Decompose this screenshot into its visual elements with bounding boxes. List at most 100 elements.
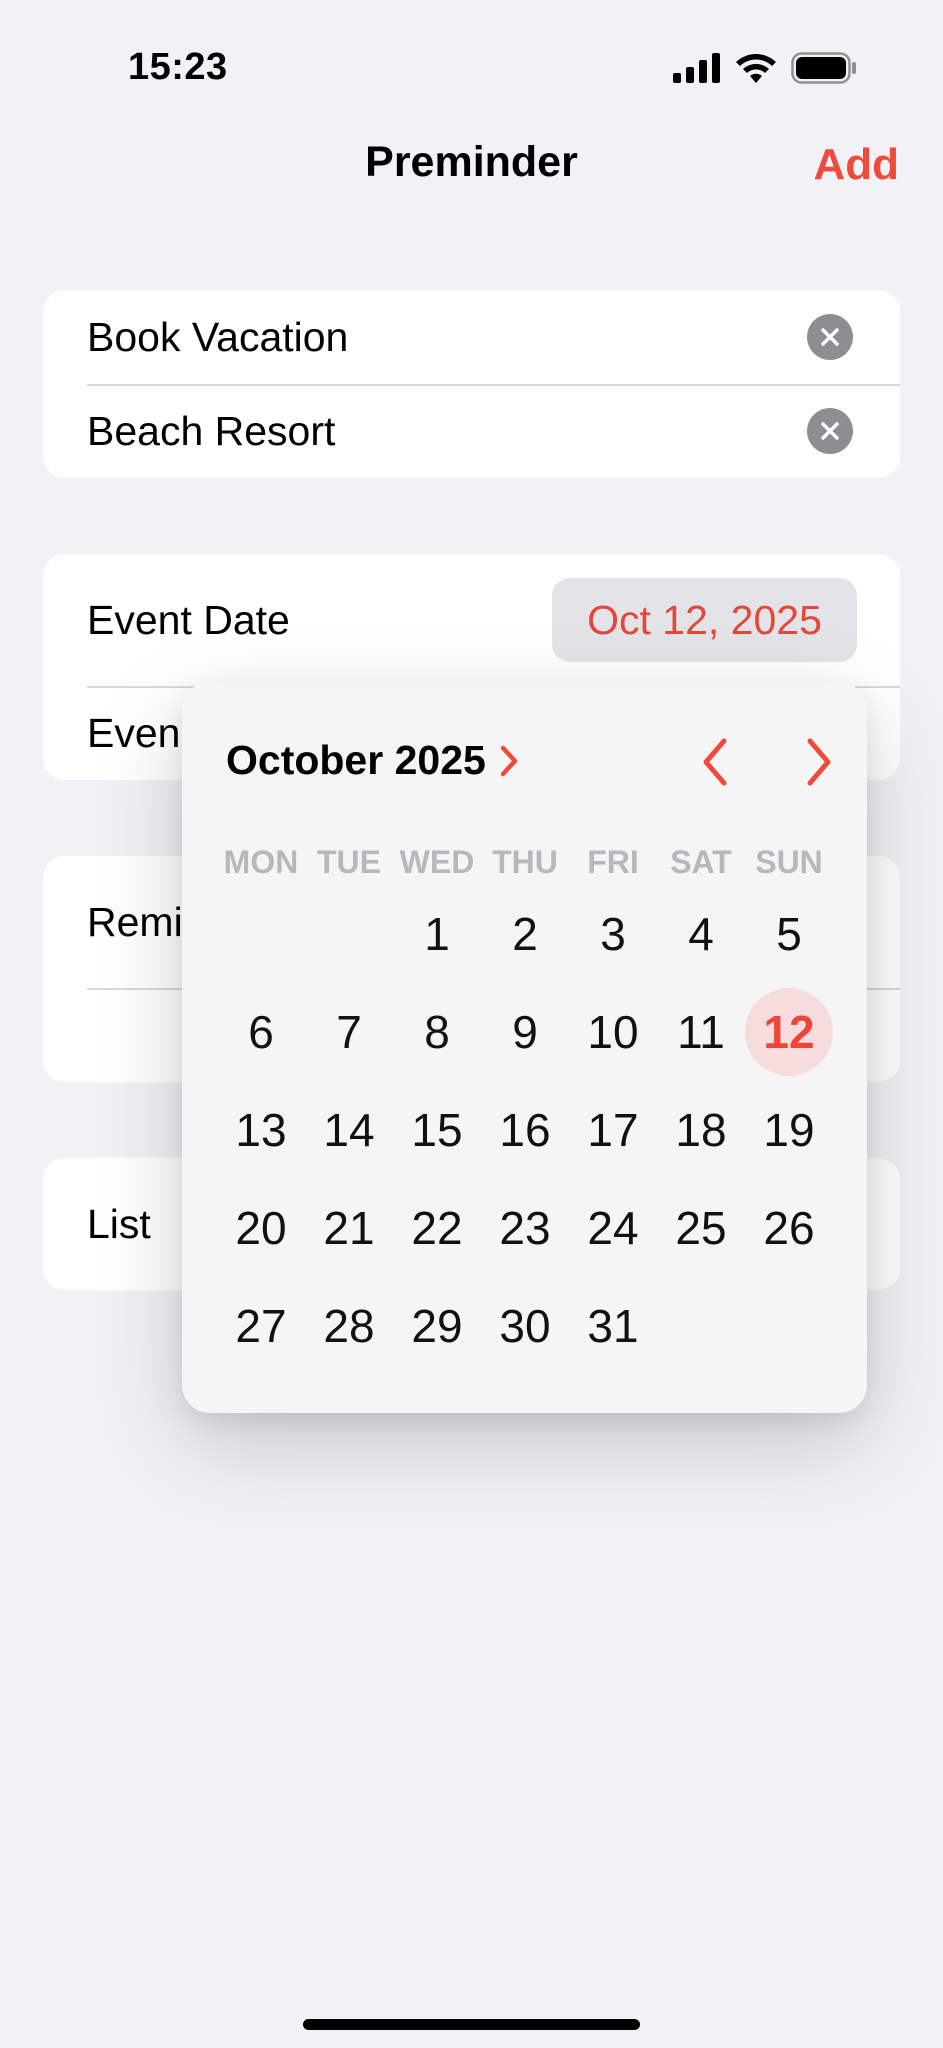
chevron-left-icon: [703, 738, 727, 786]
day-number: 27: [235, 1300, 287, 1352]
screen: 15:23 Preminder Add Book Vacation Beach …: [0, 0, 943, 2048]
calendar-day[interactable]: 16: [481, 1081, 569, 1179]
notes-field[interactable]: Beach Resort: [87, 408, 335, 455]
day-number: 19: [763, 1104, 815, 1156]
day-number: 10: [587, 1006, 639, 1058]
calendar-day[interactable]: 2: [481, 885, 569, 983]
calendar-day[interactable]: 4: [657, 885, 745, 983]
day-number: 25: [675, 1202, 727, 1254]
weekday-label: WED: [399, 844, 475, 880]
calendar-day[interactable]: 30: [481, 1277, 569, 1375]
calendar-day[interactable]: 21: [305, 1179, 393, 1277]
calendar-day[interactable]: 31: [569, 1277, 657, 1375]
event-date-label: Event Date: [87, 596, 290, 643]
calendar-day[interactable]: 19: [745, 1081, 833, 1179]
calendar-day[interactable]: 27: [217, 1277, 305, 1375]
status-icons: [673, 52, 857, 89]
weekday-label: FRI: [587, 844, 639, 880]
event-date-row[interactable]: Event Date Oct 12, 2025: [43, 554, 900, 686]
calendar-day[interactable]: 26: [745, 1179, 833, 1277]
reminder-label: Remi: [87, 898, 183, 945]
day-number: 15: [411, 1104, 463, 1156]
day-number: 11: [677, 1006, 725, 1058]
calendar-day[interactable]: 18: [657, 1081, 745, 1179]
day-number: 4: [688, 908, 714, 960]
list-label: List: [87, 1200, 151, 1247]
calendar-day[interactable]: 23: [481, 1179, 569, 1277]
calendar-popover: October 2025 MON TUE WED THU FRI SAT SUN…: [182, 682, 867, 1413]
event-date-picker-button[interactable]: Oct 12, 2025: [552, 578, 857, 662]
clear-title-button[interactable]: [807, 314, 853, 360]
calendar-day[interactable]: 3: [569, 885, 657, 983]
day-number: 31: [587, 1300, 639, 1352]
day-number: 12: [763, 1006, 815, 1058]
calendar-day[interactable]: 5: [745, 885, 833, 983]
day-number: 22: [411, 1202, 463, 1254]
month-title: October 2025: [226, 737, 486, 783]
close-icon: [821, 422, 839, 440]
chevron-right-icon: [500, 745, 518, 776]
calendar-day[interactable]: 14: [305, 1081, 393, 1179]
day-number: 3: [600, 908, 626, 960]
day-number: 13: [235, 1104, 287, 1156]
day-number: 8: [424, 1006, 450, 1058]
next-month-button[interactable]: [795, 734, 843, 790]
day-number: 30: [499, 1300, 551, 1352]
day-number: 5: [776, 908, 802, 960]
notes-row[interactable]: Beach Resort: [43, 384, 900, 478]
day-number: 16: [499, 1104, 551, 1156]
title-notes-card: Book Vacation Beach Resort: [43, 290, 900, 478]
day-number: 6: [248, 1006, 274, 1058]
calendar-day[interactable]: 7: [305, 983, 393, 1081]
weekday-label: MON: [223, 844, 299, 880]
day-number: 28: [323, 1300, 375, 1352]
title-field[interactable]: Book Vacation: [87, 314, 348, 361]
calendar-day[interactable]: 29: [393, 1277, 481, 1375]
battery-icon: [791, 52, 857, 89]
nav-title: Preminder: [365, 138, 578, 186]
day-number: 21: [323, 1202, 375, 1254]
day-number: 18: [675, 1104, 727, 1156]
day-number: 26: [763, 1202, 815, 1254]
calendar-day-selected[interactable]: 12: [745, 983, 833, 1081]
clear-notes-button[interactable]: [807, 408, 853, 454]
day-number: 24: [587, 1202, 639, 1254]
empty-day-cell: [217, 885, 305, 983]
empty-day-cell: [305, 885, 393, 983]
day-number: 20: [235, 1202, 287, 1254]
weekday-label: TUE: [317, 844, 381, 880]
day-number: 17: [587, 1104, 639, 1156]
calendar-day[interactable]: 15: [393, 1081, 481, 1179]
day-number: 7: [336, 1006, 362, 1058]
add-button[interactable]: Add: [813, 140, 899, 190]
calendar-day[interactable]: 9: [481, 983, 569, 1081]
calendar-day[interactable]: 22: [393, 1179, 481, 1277]
wifi-icon: [735, 53, 777, 88]
day-number: 9: [512, 1006, 538, 1058]
calendar-day[interactable]: 10: [569, 983, 657, 1081]
close-icon: [821, 328, 839, 346]
calendar-day[interactable]: 25: [657, 1179, 745, 1277]
day-number: 23: [499, 1202, 551, 1254]
cellular-signal-icon: [673, 53, 721, 88]
weekday-label: SUN: [755, 844, 823, 880]
day-number: 14: [323, 1104, 375, 1156]
weekday-label: THU: [492, 844, 558, 880]
calendar-day[interactable]: 11: [657, 983, 745, 1081]
days-grid: 1 2 3 4 5 6 7 8 9 10 11 12 13 14 15 16 17 18 19 20 21 22 23 24 2…: [217, 885, 837, 1375]
calendar-day[interactable]: 28: [305, 1277, 393, 1375]
day-number: 1: [424, 908, 450, 960]
calendar-day[interactable]: 1: [393, 885, 481, 983]
calendar-day[interactable]: 17: [569, 1081, 657, 1179]
calendar-day[interactable]: 20: [217, 1179, 305, 1277]
calendar-day[interactable]: 8: [393, 983, 481, 1081]
day-number: 29: [411, 1300, 463, 1352]
calendar-day[interactable]: 24: [569, 1179, 657, 1277]
month-year-selector[interactable]: October 2025: [226, 737, 520, 784]
weekday-label: SAT: [670, 844, 732, 880]
calendar-day[interactable]: 6: [217, 983, 305, 1081]
calendar-day[interactable]: 13: [217, 1081, 305, 1179]
home-indicator: [303, 2019, 640, 2030]
previous-month-button[interactable]: [691, 734, 739, 790]
title-row[interactable]: Book Vacation: [43, 290, 900, 384]
